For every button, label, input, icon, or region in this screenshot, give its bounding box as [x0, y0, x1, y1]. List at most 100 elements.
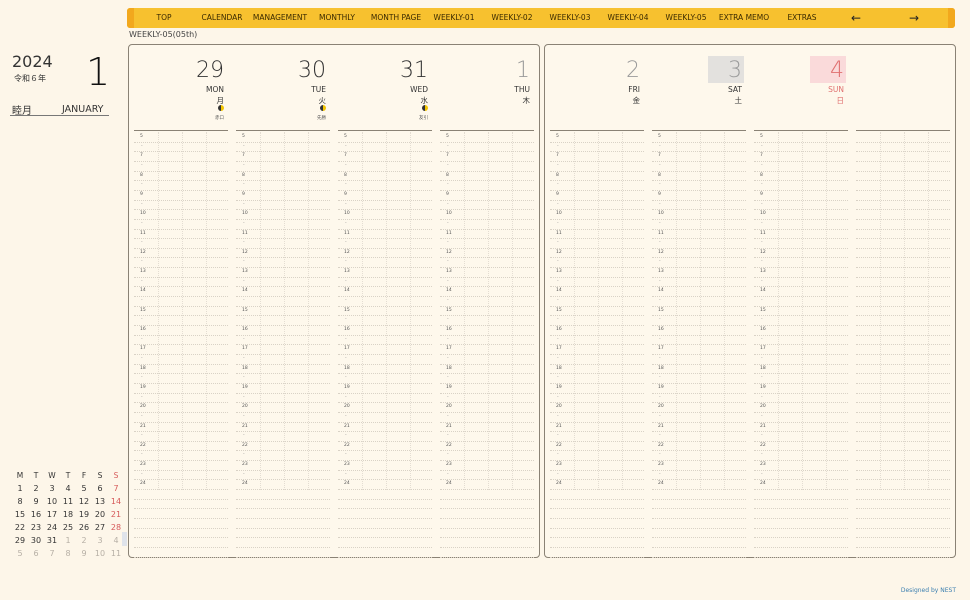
time-slot[interactable]: -: [338, 471, 432, 481]
nav-weekly-05[interactable]: WEEKLY-05: [661, 8, 711, 28]
mini-calendar-day[interactable]: 12: [76, 495, 92, 508]
day-column[interactable]: 2 FRI 金 5 - 7 - 8 - 9 - 10 - 11 - 12 - 13 - 14 - 15 - 16 - 17 - 18 -…: [550, 45, 644, 559]
time-slot[interactable]: 5: [440, 133, 534, 143]
mini-calendar-day[interactable]: 9: [76, 547, 92, 560]
time-slot[interactable]: 23: [134, 461, 228, 471]
time-slot[interactable]: 24: [754, 480, 848, 491]
time-slot[interactable]: [856, 220, 950, 230]
time-slot[interactable]: -: [236, 451, 330, 462]
time-slot[interactable]: -: [550, 451, 644, 462]
time-slot[interactable]: [856, 181, 950, 191]
time-slot[interactable]: 7: [134, 152, 228, 162]
time-slot[interactable]: [856, 529, 950, 539]
time-slot[interactable]: [236, 529, 330, 539]
time-slot[interactable]: [134, 519, 228, 529]
time-slot[interactable]: -: [652, 258, 746, 269]
time-slot[interactable]: 21: [440, 423, 534, 433]
mini-calendar-day[interactable]: 5: [12, 547, 28, 560]
time-slot[interactable]: 22: [550, 442, 644, 452]
time-slot[interactable]: 17: [652, 345, 746, 355]
mini-calendar-day[interactable]: 26: [76, 521, 92, 534]
nav-calendar[interactable]: CALENDAR: [197, 8, 247, 28]
time-slot[interactable]: -: [754, 355, 848, 365]
time-slot[interactable]: -: [550, 162, 644, 172]
time-slot[interactable]: -: [550, 220, 644, 230]
mini-calendar-day[interactable]: 11: [60, 495, 76, 508]
time-slot[interactable]: [856, 268, 950, 278]
time-slot[interactable]: -: [652, 181, 746, 191]
mini-calendar-day[interactable]: 7: [44, 547, 60, 560]
time-slot[interactable]: 20: [134, 403, 228, 413]
day-column[interactable]: 29 MON 月赤口 5-7-8-9-10-11-12-13-14-15-16-17-…: [134, 45, 228, 559]
mini-calendar-day[interactable]: 18: [60, 508, 76, 521]
time-slot[interactable]: [652, 538, 746, 548]
time-slot[interactable]: 22: [236, 442, 330, 452]
time-slot[interactable]: -: [754, 143, 848, 153]
time-slot[interactable]: -: [652, 471, 746, 481]
nav-management[interactable]: MANAGEMENT: [251, 8, 309, 28]
mini-calendar-day[interactable]: 21: [108, 508, 124, 521]
time-slot[interactable]: 17: [236, 345, 330, 355]
time-slot[interactable]: 13: [236, 268, 330, 278]
time-slot[interactable]: 15: [134, 307, 228, 317]
time-slot[interactable]: 14: [652, 287, 746, 298]
time-slot[interactable]: -: [236, 471, 330, 481]
time-slot[interactable]: [440, 519, 534, 529]
time-slot[interactable]: 12: [134, 249, 228, 259]
time-slot[interactable]: 14: [236, 287, 330, 298]
time-slot[interactable]: [856, 538, 950, 548]
mini-calendar-day[interactable]: 1: [60, 534, 76, 547]
time-slot[interactable]: 18: [652, 365, 746, 375]
time-slot[interactable]: 9: [134, 191, 228, 201]
time-slot[interactable]: -: [550, 297, 644, 307]
mini-calendar-day[interactable]: 23: [28, 521, 44, 534]
time-slot[interactable]: 17: [754, 345, 848, 355]
time-slot[interactable]: 20: [236, 403, 330, 413]
day-number[interactable]: 31: [400, 59, 428, 83]
time-slot[interactable]: -: [134, 162, 228, 172]
time-slot[interactable]: -: [338, 394, 432, 404]
time-slot[interactable]: 13: [134, 268, 228, 278]
time-slot[interactable]: -: [652, 278, 746, 288]
time-slot[interactable]: [338, 548, 432, 558]
time-slot[interactable]: 11: [338, 230, 432, 240]
time-slot[interactable]: -: [652, 355, 746, 365]
time-slot[interactable]: [856, 210, 950, 220]
time-slot[interactable]: -: [652, 143, 746, 153]
time-slot[interactable]: 16: [440, 326, 534, 336]
time-slot[interactable]: -: [550, 374, 644, 384]
time-slot[interactable]: [338, 500, 432, 510]
time-slot[interactable]: [550, 509, 644, 520]
nav-top[interactable]: TOP: [145, 8, 183, 28]
time-slot[interactable]: [856, 278, 950, 288]
mini-calendar-day[interactable]: 19: [76, 508, 92, 521]
time-slot[interactable]: [652, 509, 746, 520]
mini-calendar-day[interactable]: 3: [44, 482, 60, 495]
time-slot[interactable]: 9: [754, 191, 848, 201]
time-slot[interactable]: -: [440, 316, 534, 327]
time-slot[interactable]: 19: [338, 384, 432, 394]
mini-calendar-day[interactable]: 6: [92, 482, 108, 495]
time-slot[interactable]: -: [338, 336, 432, 346]
time-slot[interactable]: -: [440, 413, 534, 423]
time-slot[interactable]: 20: [338, 403, 432, 413]
time-slot[interactable]: 7: [338, 152, 432, 162]
time-slot[interactable]: -: [338, 143, 432, 153]
time-slot[interactable]: 15: [440, 307, 534, 317]
time-slot[interactable]: -: [236, 278, 330, 288]
time-slot[interactable]: 7: [754, 152, 848, 162]
mini-calendar-day[interactable]: 31: [44, 534, 60, 547]
time-slot[interactable]: -: [134, 394, 228, 404]
time-slot[interactable]: 21: [338, 423, 432, 433]
time-slot[interactable]: 23: [550, 461, 644, 471]
time-slot[interactable]: [440, 548, 534, 558]
time-slot[interactable]: 12: [338, 249, 432, 259]
time-slot[interactable]: -: [338, 374, 432, 384]
time-slot[interactable]: -: [134, 432, 228, 442]
time-slot[interactable]: -: [134, 278, 228, 288]
day-column[interactable]: 4 SUN 日 5 - 7 - 8 - 9 - 10 - 11 - 12 - 13 - 14 - 15 - 16 - 17 - 18 -…: [754, 45, 848, 559]
time-slot[interactable]: -: [236, 297, 330, 307]
time-slot[interactable]: 12: [440, 249, 534, 259]
time-slot[interactable]: -: [550, 432, 644, 442]
time-slot[interactable]: 10: [550, 210, 644, 220]
